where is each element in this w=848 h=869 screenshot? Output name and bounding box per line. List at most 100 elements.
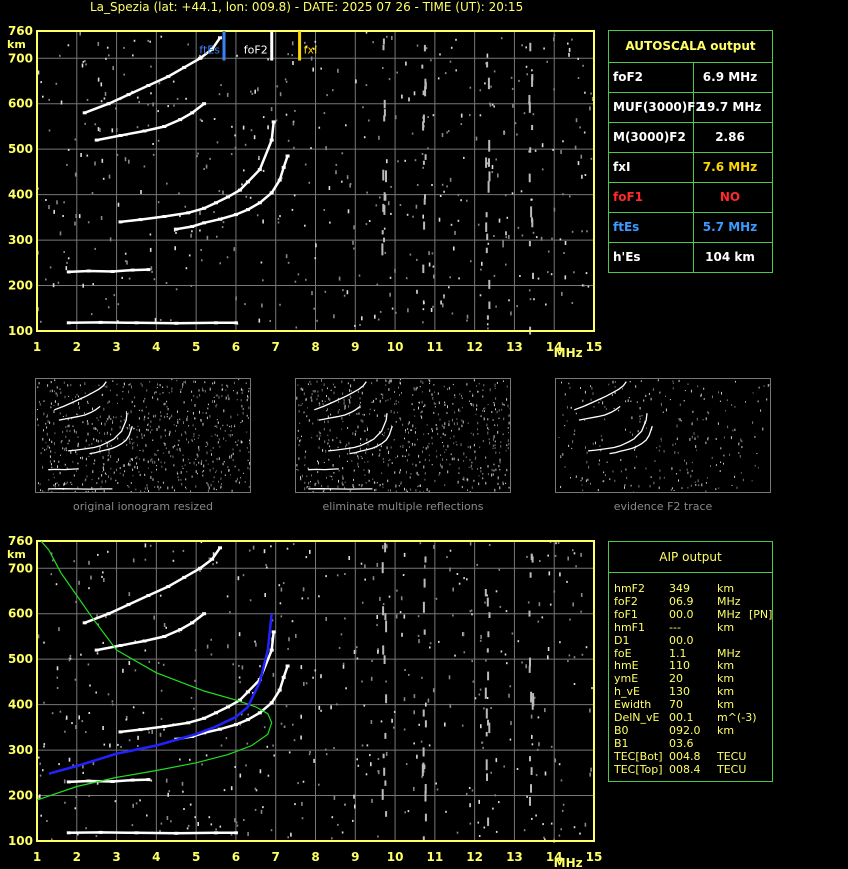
noise-dot [537,716,540,719]
thumb-noise [53,484,55,487]
thumb-noise [404,455,406,458]
noise-dot [590,92,592,95]
noise-dot [468,787,471,789]
noise-dot [404,811,406,814]
aip-value: 130 [669,685,690,699]
thumb-noise [415,472,417,474]
thumb-noise [629,380,631,383]
thumb-noise [671,467,673,470]
thumb-noise [390,409,392,413]
thumb-noise [508,432,509,434]
noise-dot [153,278,156,281]
noise-dot [363,704,366,707]
thumb-noise [112,380,114,382]
thumb-noise [560,455,562,458]
noise-dot [235,296,237,301]
noise-dot [537,620,540,623]
thumb-noise [202,389,204,392]
thumb-noise [496,382,498,384]
thumb-noise [76,453,78,455]
thumb-noise [323,383,325,387]
thumb-noise [230,474,231,476]
noise-dot [479,294,482,297]
noise-dot [285,80,288,83]
thumb-noise [602,480,603,482]
thumb-noise [207,484,209,487]
y-tick-label: 700 [8,561,33,575]
thumb-noise [660,440,662,442]
thumb-noise [669,399,671,401]
thumb-noise [495,397,497,400]
thumb-noise [142,449,144,453]
thumb-noise [321,484,323,488]
thumbnail-caption-evidence: evidence F2 trace [613,500,713,513]
noise-streak [424,82,427,90]
noise-dot [53,209,55,214]
noise-dot [226,92,229,97]
thumb-noise [185,488,187,490]
thumb-noise [134,396,136,399]
thumb-noise [53,405,55,407]
noise-dot [295,633,297,638]
noise-dot [344,803,346,806]
noise-streak [382,606,385,616]
noise-dot [64,801,66,804]
noise-dot [581,284,584,287]
noise-dot [189,758,191,761]
thumb-noise [349,449,350,453]
noise-dot [132,54,134,57]
thumb-noise [741,440,743,443]
thumb-noise [508,486,510,489]
noise-dot [385,680,387,683]
noise-dot [287,647,289,650]
noise-dot [469,803,471,808]
noise-dot [399,611,402,614]
thumb-noise [162,452,164,454]
thumb-noise [216,404,218,406]
noise-dot [230,786,233,791]
thumb-noise [132,442,134,445]
thumb-noise [182,454,184,456]
noise-dot [413,694,416,699]
thumb-noise [360,438,362,441]
thumb-noise [379,449,381,452]
thumb-noise [177,444,179,446]
thumb-noise [61,440,63,442]
thumb-noise [643,399,645,402]
noise-dot [311,291,313,296]
noise-dot [42,95,44,98]
thumb-noise [158,487,160,491]
thumb-noise [297,384,299,386]
thumb-noise [207,407,209,410]
noise-dot [521,44,523,47]
thumb-noise [686,468,688,471]
noise-dot [270,829,273,832]
noise-dot [287,53,289,56]
thumb-noise [703,398,705,400]
thumb-noise [54,390,55,393]
thumb-noise [376,482,378,484]
thumb-noise [193,395,195,397]
noise-dot [531,69,533,72]
thumb-noise [37,386,39,389]
thumb-noise [38,382,40,385]
noise-dot [290,832,292,837]
thumb-noise [573,433,575,436]
noise-dot [577,77,580,79]
noise-dot [413,91,416,96]
thumb-noise [179,450,181,452]
noise-dot [539,560,541,562]
noise-dot [294,109,296,112]
x-tick-label: 15 [586,340,603,354]
noise-dot [472,680,475,683]
thumb-noise [88,455,90,458]
y-tick-label: 400 [8,188,33,202]
noise-dot [292,723,294,726]
thumb-noise [49,455,51,458]
noise-streak [488,279,491,289]
thumb-noise [439,418,441,421]
thumb-noise [736,486,738,489]
thumb-noise [212,400,214,403]
thumb-noise [184,464,186,466]
x-tick-label: 9 [351,340,359,354]
